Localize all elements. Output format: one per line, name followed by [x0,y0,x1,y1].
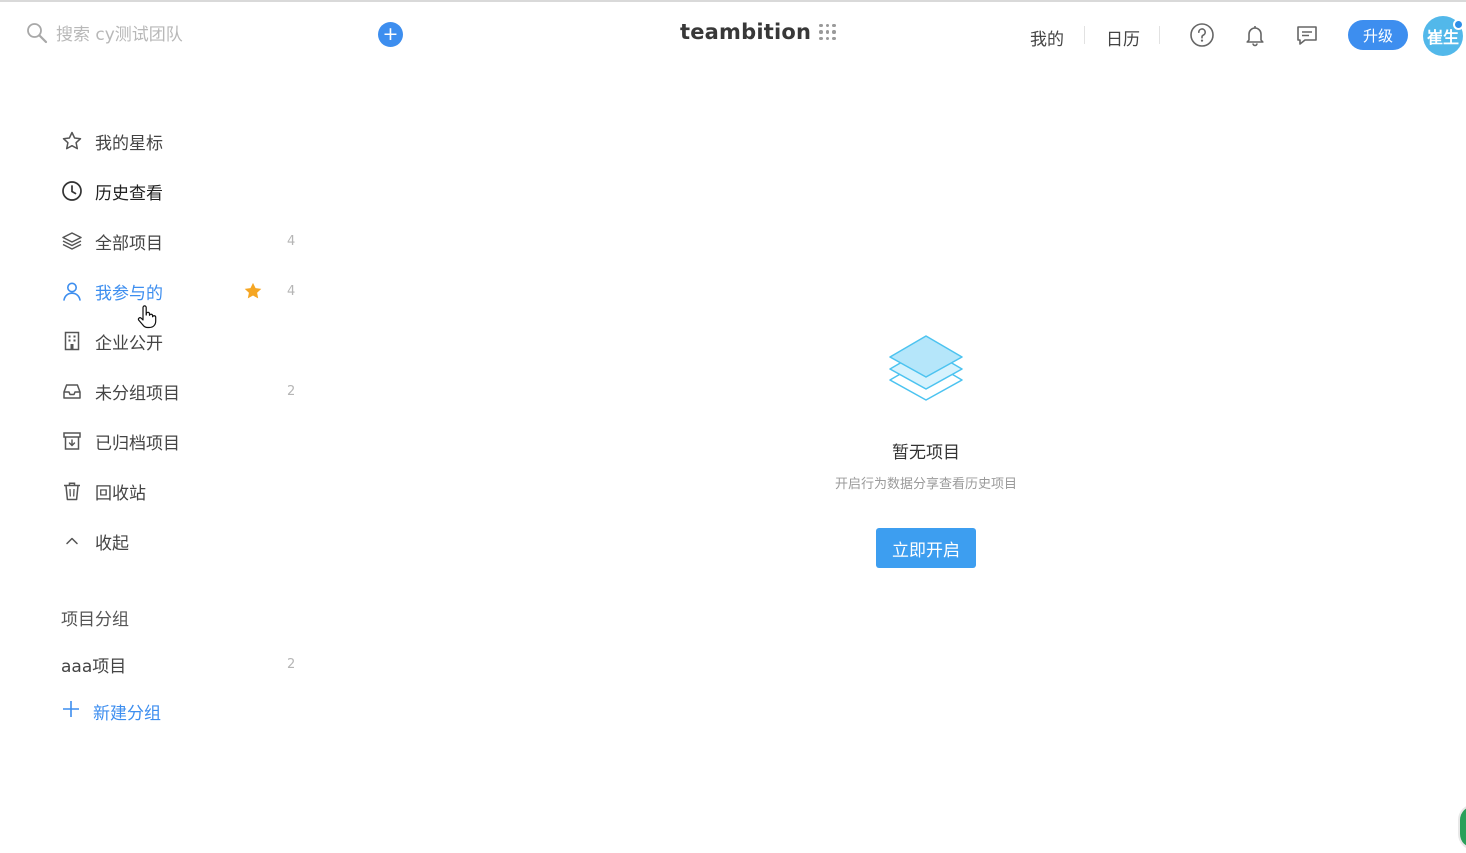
enable-now-button[interactable]: 立即开启 [876,528,976,568]
sidebar-item-all-projects[interactable]: 全部项目 4 [60,216,310,266]
group-count: 2 [287,656,296,672]
sidebar-item-history[interactable]: 历史查看 [60,166,310,216]
upgrade-button[interactable]: 升级 [1348,20,1408,50]
sidebar-item-label: 全部项目 [95,233,163,254]
clock-icon [60,179,84,203]
nav-divider [1159,26,1160,44]
archive-icon [60,429,84,453]
brand-logo[interactable]: teambition [680,20,836,44]
sidebar-item-participated[interactable]: 我参与的 4 [60,266,310,316]
sidebar-item-label: 历史查看 [95,183,163,204]
new-group-label: 新建分组 [93,703,161,724]
search-input[interactable] [56,25,356,45]
brand-name: teambition [680,20,812,44]
building-icon [60,329,84,353]
quick-add-button[interactable]: + [378,22,403,47]
new-group-button[interactable]: 新建分组 [61,699,161,724]
trash-icon [60,479,84,503]
sidebar-collapse-toggle[interactable]: 收起 [60,516,310,566]
inbox-icon [60,379,84,403]
chevron-up-icon [60,529,84,553]
project-count: 4 [287,233,296,249]
hand-cursor-icon [136,304,158,330]
sidebar-item-enterprise-public[interactable]: 企业公开 [60,316,310,366]
sidebar-item-archived[interactable]: 已归档项目 [60,416,310,466]
nav-mine-link[interactable]: 我的 [1030,25,1064,50]
user-icon [60,279,84,303]
floating-widget[interactable] [1458,804,1466,850]
nav-divider [1084,26,1085,44]
sidebar-nav: 我的星标 历史查看 全部项目 4 我参与的 4 企业公开 未分组项目 2 已归档… [60,116,310,566]
empty-state-title: 暂无项目 [892,443,960,463]
search-bar[interactable] [26,22,356,48]
pinned-star-icon[interactable] [243,281,263,301]
empty-state-subtitle: 开启行为数据分享查看历史项目 [834,477,1017,492]
sidebar-item-ungrouped[interactable]: 未分组项目 2 [60,366,310,416]
search-icon [26,22,48,48]
project-count: 4 [287,283,296,299]
sidebar-item-label: 企业公开 [95,333,163,354]
project-count: 2 [287,383,296,399]
app-page: + teambition 我的 日历 升级 崔生 我的星标 [0,0,1466,853]
nav-calendar-link[interactable]: 日历 [1106,25,1140,50]
sidebar-item-label: 我的星标 [95,133,163,154]
top-header: + teambition 我的 日历 升级 崔生 [0,2,1466,68]
apps-grid-icon[interactable] [819,23,836,41]
notification-dot [1453,19,1464,30]
sidebar-item-label: 回收站 [95,483,146,504]
layers-icon [60,229,84,253]
sidebar-item-label: 已归档项目 [95,433,180,454]
project-group-heading: 项目分组 [61,610,129,630]
sidebar-item-label: 收起 [95,533,129,554]
help-icon[interactable] [1189,22,1215,48]
plus-icon: + [382,23,399,45]
project-group-item[interactable]: aaa项目 2 [61,652,311,677]
sidebar-item-starred[interactable]: 我的星标 [60,116,310,166]
plus-icon [61,699,81,723]
message-icon[interactable] [1294,22,1320,48]
sidebar-item-label: 我参与的 [95,283,163,304]
sidebar-item-label: 未分组项目 [95,383,180,404]
star-outline-icon [60,129,84,153]
bell-icon[interactable] [1242,22,1268,48]
empty-layers-illustration-icon [886,332,966,412]
sidebar-item-trash[interactable]: 回收站 [60,466,310,516]
group-label: aaa项目 [61,656,127,677]
